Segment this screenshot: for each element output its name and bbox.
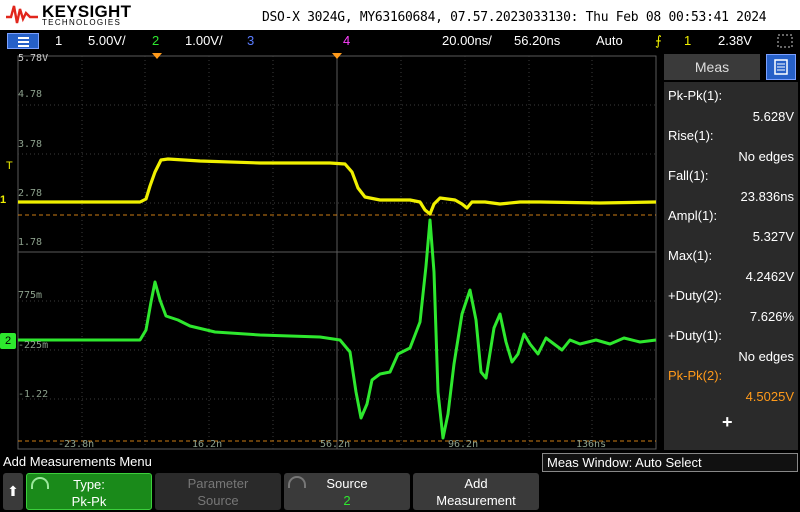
ch1-scale[interactable]: 5.00V/: [88, 33, 126, 48]
ch2-scale[interactable]: 1.00V/: [185, 33, 223, 48]
up-arrow-button[interactable]: ⬆: [3, 473, 23, 510]
trigger-level-marker[interactable]: T: [6, 160, 13, 172]
waveform-display[interactable]: 5.78V 4.78 3.78 2.78 1.78 775m -225m -1.…: [0, 52, 658, 451]
x-label: 16.2n: [192, 439, 223, 450]
horizontal-delay[interactable]: 56.20ns: [514, 33, 560, 48]
ch1-number[interactable]: 1: [55, 33, 62, 48]
brand-subtitle: TECHNOLOGIES: [42, 18, 122, 27]
meas-tab[interactable]: Meas: [664, 54, 760, 80]
trigger-edge-icon: ⨍: [655, 33, 662, 48]
trigger-source[interactable]: 1: [684, 33, 691, 48]
measurement-item[interactable]: Fall(1): 23.836ns: [668, 168, 794, 204]
y-label: -225m: [18, 340, 49, 351]
title-bar: KEYSIGHT TECHNOLOGIES DSO-X 3024G, MY631…: [0, 0, 800, 30]
source-softkey[interactable]: Source 2: [284, 473, 410, 510]
x-label: 56.2n: [320, 439, 351, 450]
timebase[interactable]: 20.00ns/: [442, 33, 492, 48]
y-label: 4.78: [18, 89, 43, 100]
measurement-item[interactable]: Max(1): 4.2462V: [668, 248, 794, 284]
y-label: -1.22: [18, 389, 49, 400]
parameter-source-softkey[interactable]: Parameter Source: [155, 473, 281, 510]
measurement-item[interactable]: +Duty(1): No edges: [668, 328, 794, 364]
menu-title: Add Measurements Menu: [3, 454, 152, 469]
graticule: [17, 53, 657, 450]
measurement-item[interactable]: Ampl(1): 5.327V: [668, 208, 794, 244]
measurement-item[interactable]: Rise(1): No edges: [668, 128, 794, 164]
trigger-mode[interactable]: Auto: [596, 33, 623, 48]
add-measurement-icon[interactable]: +: [722, 412, 733, 433]
menu-icon[interactable]: [766, 54, 796, 80]
ch2-number[interactable]: 2: [152, 33, 159, 48]
y-label: 2.78: [18, 188, 43, 199]
entry-knob-icon: [288, 476, 306, 488]
y-label: 775m: [18, 290, 43, 301]
ch2-ground-marker[interactable]: 2: [0, 333, 16, 349]
keysight-logo-icon: [6, 5, 38, 24]
measurement-list: Pk-Pk(1): 5.628V Rise(1): No edges Fall(1)…: [664, 82, 798, 450]
channel-status-bar: 1 5.00V/ 2 1.00V/ 3 4 20.00ns/ 56.20ns A…: [0, 30, 800, 52]
entry-knob-icon: [31, 477, 49, 489]
trigger-level[interactable]: 2.38V: [718, 33, 752, 48]
type-softkey[interactable]: Type: Pk-Pk: [26, 473, 152, 510]
ch4-number[interactable]: 4: [343, 33, 350, 48]
measurement-panel: Meas Pk-Pk(1): 5.628V Rise(1): No edges Fa…: [660, 52, 800, 451]
measurement-item[interactable]: Pk-Pk(1): 5.628V: [668, 88, 794, 124]
softkey-bar: Add Measurements Menu Meas Window: Auto …: [0, 451, 800, 512]
y-label: 3.78: [18, 139, 43, 150]
main-menu-button[interactable]: [7, 33, 39, 49]
add-measurement-softkey[interactable]: Add Measurement: [413, 473, 539, 510]
meas-window-status: Meas Window: Auto Select: [542, 453, 798, 472]
y-label: 5.78V: [18, 53, 49, 64]
instrument-info: DSO-X 3024G, MY63160684, 07.57.202303313…: [262, 10, 767, 25]
measurement-item-selected[interactable]: Pk-Pk(2): 4.5025V: [668, 368, 794, 404]
ch3-number[interactable]: 3: [247, 33, 254, 48]
measurement-item[interactable]: +Duty(2): 7.626%: [668, 288, 794, 324]
ch1-ground-marker[interactable]: 1: [0, 194, 6, 206]
x-label: 136ns: [576, 439, 607, 450]
x-label: -23.8n: [58, 439, 95, 450]
x-label: 96.2n: [448, 439, 479, 450]
fullscreen-icon[interactable]: [776, 33, 794, 49]
y-label: 1.78: [18, 237, 43, 248]
